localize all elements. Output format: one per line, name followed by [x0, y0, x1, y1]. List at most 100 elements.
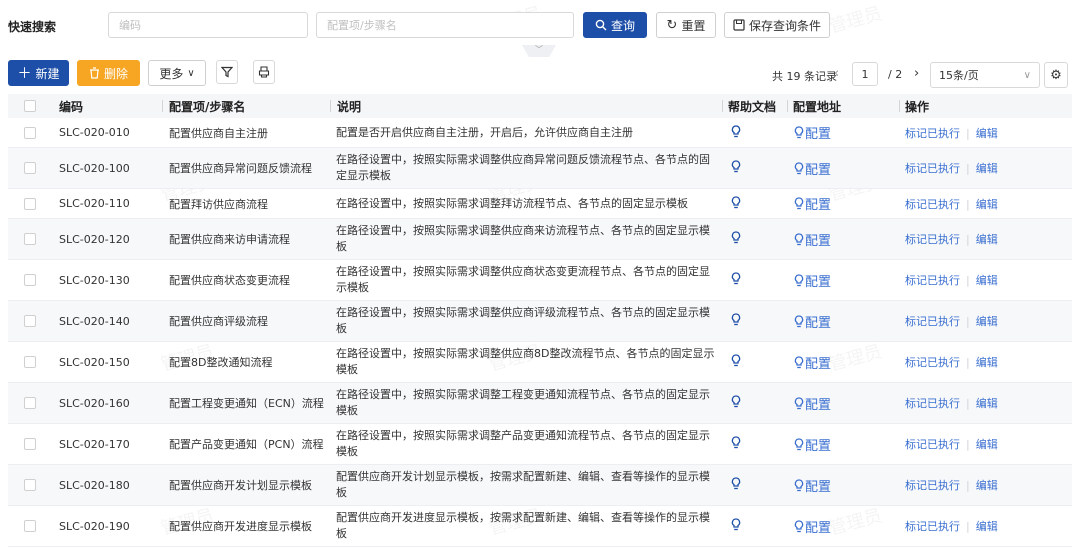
lightbulb-icon[interactable]	[731, 313, 741, 326]
table-row[interactable]: SLC-020-160 配置工程变更通知（ECN）流程 在路径设置中，按照实际需求调…	[8, 382, 1072, 424]
new-button[interactable]: ＋ 新建	[8, 60, 69, 86]
lightbulb-icon[interactable]	[731, 477, 741, 490]
reset-button[interactable]: ↻ 重置	[656, 12, 716, 38]
edit-link[interactable]: 编辑	[976, 162, 998, 175]
lightbulb-icon[interactable]	[731, 195, 741, 209]
reset-button-label: 重置	[681, 18, 706, 33]
filter-button[interactable]	[216, 60, 238, 84]
column-header-name: 配置项/步骤名	[162, 94, 330, 118]
table-row[interactable]: SLC-020-140 配置供应商评级流程 在路径设置中，按照实际需求调整供应商评级…	[8, 300, 1072, 342]
row-checkbox[interactable]	[24, 274, 36, 286]
table-row[interactable]: SLC-020-170 配置产品变更通知（PCN）流程 在路径设置中，按照实际需求调…	[8, 423, 1072, 465]
mark-executed-link[interactable]: 标记已执行	[905, 162, 960, 175]
page-size-select[interactable]: 15条/页 ∨	[930, 62, 1040, 88]
mark-executed-link[interactable]: 标记已执行	[905, 356, 960, 369]
mark-executed-link[interactable]: 标记已执行	[905, 520, 960, 533]
row-checkbox[interactable]	[24, 162, 36, 174]
lightbulb-icon[interactable]	[731, 395, 741, 408]
config-link[interactable]: 配置	[794, 194, 831, 213]
table-row[interactable]: SLC-020-180 配置供应商开发计划显示模板 配置供应商开发计划显示模板，按需…	[8, 464, 1072, 506]
config-link-label: 配置	[805, 397, 832, 413]
edit-link[interactable]: 编辑	[976, 520, 998, 533]
select-all-checkbox[interactable]	[24, 100, 36, 112]
config-link[interactable]: 配置	[794, 271, 831, 290]
table-row[interactable]: SLC-020-190 配置供应商开发进度显示模板 配置供应商开发进度显示模板，按需…	[8, 505, 1072, 547]
delete-button[interactable]: 删除	[77, 60, 140, 86]
trash-icon	[89, 67, 99, 79]
row-checkbox[interactable]	[24, 126, 36, 139]
action-divider: |	[966, 197, 970, 211]
mark-executed-link[interactable]: 标记已执行	[905, 438, 960, 451]
edit-link[interactable]: 编辑	[976, 233, 998, 246]
config-link[interactable]: 配置	[794, 312, 831, 331]
mark-executed-link[interactable]: 标记已执行	[905, 274, 960, 287]
row-checkbox[interactable]	[24, 438, 36, 450]
row-checkbox[interactable]	[24, 356, 36, 368]
config-link[interactable]: 配置	[794, 517, 831, 536]
row-select-cell	[8, 118, 50, 148]
lightbulb-icon[interactable]	[731, 231, 741, 244]
prev-page-icon[interactable]: ‹	[834, 66, 839, 81]
table-row[interactable]: SLC-020-100 配置供应商异常问题反馈流程 在路径设置中，按照实际需求调整供…	[8, 147, 1072, 189]
mark-executed-link[interactable]: 标记已执行	[905, 479, 960, 492]
edit-link[interactable]: 编辑	[976, 438, 998, 451]
row-description: 配置供应商开发进度显示模板，按需求配置新建、编辑、查看等操作的显示模板	[330, 505, 722, 547]
column-header-label: 帮助文档	[728, 99, 777, 114]
row-checkbox[interactable]	[24, 479, 36, 491]
mark-executed-link[interactable]: 标记已执行	[905, 198, 960, 211]
row-code: SLC-020-120	[50, 218, 162, 260]
save-query-button[interactable]: 保存查询条件	[724, 12, 830, 38]
action-divider: |	[966, 520, 970, 533]
row-checkbox[interactable]	[24, 315, 36, 327]
edit-link[interactable]: 编辑	[976, 397, 998, 410]
mark-executed-link[interactable]: 标记已执行	[905, 397, 960, 410]
name-search-input[interactable]	[316, 12, 574, 38]
edit-link[interactable]: 编辑	[976, 356, 998, 369]
row-description: 在路径设置中，按照实际需求调整供应商8D整改流程节点、各节点的固定显示模板	[330, 341, 722, 383]
config-link[interactable]: 配置	[794, 394, 831, 413]
lightbulb-icon	[794, 478, 804, 491]
lightbulb-icon[interactable]	[731, 124, 741, 138]
mark-executed-link[interactable]: 标记已执行	[905, 315, 960, 328]
table-row[interactable]: SLC-020-010 配置供应商自主注册 配置是否开启供应商自主注册，开启后，允许…	[8, 118, 1072, 148]
lightbulb-icon[interactable]	[731, 160, 741, 173]
print-button[interactable]	[253, 60, 275, 84]
collapse-search-toggle[interactable]: ﹀	[522, 45, 556, 57]
lightbulb-icon[interactable]	[731, 354, 741, 367]
config-link[interactable]: 配置	[794, 476, 831, 495]
column-header-help: 帮助文档	[722, 94, 787, 118]
config-link[interactable]: 配置	[794, 159, 831, 178]
column-settings-button[interactable]: ⚙	[1044, 62, 1068, 88]
config-link[interactable]: 配置	[794, 435, 831, 454]
row-checkbox[interactable]	[24, 520, 36, 532]
more-dropdown[interactable]: 更多 ∨	[148, 60, 206, 86]
edit-link[interactable]: 编辑	[976, 479, 998, 492]
help-doc-cell	[722, 259, 787, 301]
mark-executed-link[interactable]: 标记已执行	[905, 233, 960, 246]
table-row[interactable]: SLC-020-150 配置8D整改通知流程 在路径设置中，按照实际需求调整供应商8…	[8, 341, 1072, 383]
config-link[interactable]: 配置	[794, 353, 831, 372]
lightbulb-icon[interactable]	[731, 272, 741, 285]
table-row[interactable]: SLC-020-110 配置拜访供应商流程 在路径设置中，按照实际需求调整拜访流程节…	[8, 188, 1072, 219]
edit-link[interactable]: 编辑	[976, 198, 998, 211]
row-name: 配置供应商开发计划显示模板	[162, 464, 330, 506]
row-checkbox[interactable]	[24, 197, 36, 210]
config-link[interactable]: 配置	[794, 230, 831, 249]
page-number-input[interactable]: 1	[852, 62, 878, 86]
next-page-icon[interactable]: ›	[914, 66, 919, 81]
lightbulb-icon[interactable]	[731, 518, 741, 531]
code-search-input[interactable]	[108, 12, 308, 38]
row-name: 配置供应商评级流程	[162, 300, 330, 342]
query-button[interactable]: 查询	[583, 12, 647, 38]
edit-link[interactable]: 编辑	[976, 315, 998, 328]
row-checkbox[interactable]	[24, 397, 36, 409]
table-row[interactable]: SLC-020-130 配置供应商状态变更流程 在路径设置中，按照实际需求调整供应商…	[8, 259, 1072, 301]
row-checkbox[interactable]	[24, 233, 36, 245]
row-code: SLC-020-150	[50, 341, 162, 383]
table-row[interactable]: SLC-020-120 配置供应商来访申请流程 在路径设置中，按照实际需求调整供应商…	[8, 218, 1072, 260]
edit-link[interactable]: 编辑	[976, 127, 998, 140]
mark-executed-link[interactable]: 标记已执行	[905, 127, 960, 140]
config-link[interactable]: 配置	[794, 123, 831, 142]
lightbulb-icon[interactable]	[731, 436, 741, 449]
edit-link[interactable]: 编辑	[976, 274, 998, 287]
